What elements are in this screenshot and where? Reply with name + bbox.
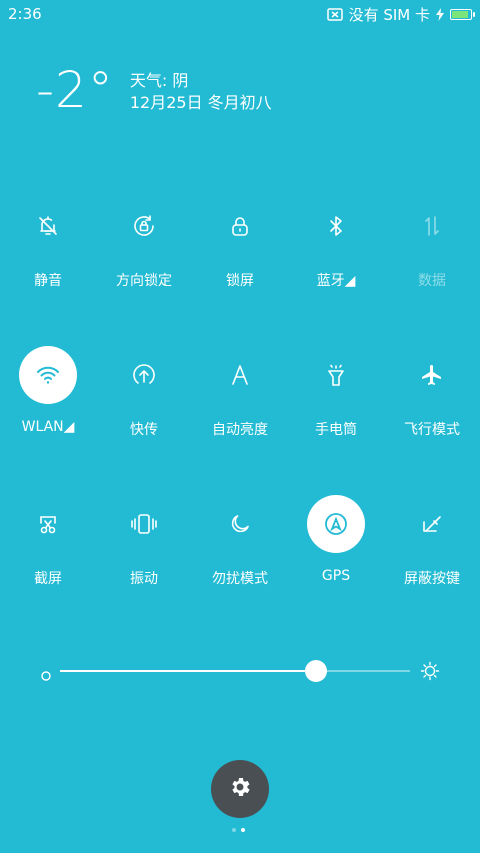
tile-quick-share[interactable]: 快传 [96,346,192,439]
disable-keys-toggle[interactable] [403,495,461,553]
status-time: 2:36 [8,5,42,23]
mute-toggle[interactable] [19,197,77,255]
brightness-high-icon [420,661,440,685]
letter-a-icon [228,363,252,387]
quick-settings-row-1: 静音 方向锁定 锁屏 蓝牙◢ 数据 [0,197,480,290]
vibrate-label: 振动 [130,571,158,587]
airplane-toggle[interactable] [403,346,461,404]
vibrate-icon [129,512,159,536]
page-dot[interactable] [232,828,236,832]
no-sim-icon [326,7,343,21]
tile-wlan[interactable]: WLAN◢ [0,346,96,439]
do-not-disturb-toggle[interactable] [211,495,269,553]
screenshot-toggle[interactable] [19,495,77,553]
bluetooth-toggle[interactable] [307,197,365,255]
tile-auto-brightness[interactable]: 自动亮度 [192,346,288,439]
brightness-track[interactable] [60,660,410,682]
temperature: -2° [36,61,114,119]
status-bar: 2:36 没有 SIM 卡 [0,0,480,28]
tile-rotation-lock[interactable]: 方向锁定 [96,197,192,290]
gear-icon [228,775,252,803]
moon-icon [228,512,252,536]
screenshot-label: 截屏 [34,571,62,587]
bell-off-icon [36,214,60,238]
gps-toggle[interactable] [307,495,365,553]
weather-date: 12月25日 冬月初八 [129,93,272,112]
vibrate-toggle[interactable] [115,495,173,553]
tile-disable-keys[interactable]: 屏蔽按键 [384,495,480,588]
auto-brightness-label: 自动亮度 [212,422,268,438]
tile-airplane[interactable]: 飞行模式 [384,346,480,439]
tile-bluetooth[interactable]: 蓝牙◢ [288,197,384,290]
airplane-icon [420,363,444,387]
data-toggle[interactable] [403,197,461,255]
page-indicator [232,828,245,832]
keys-off-icon [420,512,444,536]
rotation-lock-icon [131,213,157,239]
flashlight-label: 手电筒 [315,422,357,438]
gps-label: GPS [321,568,351,584]
scissors-icon [36,512,60,536]
tile-lock-screen[interactable]: 锁屏 [192,197,288,290]
do-not-disturb-label: 勿扰模式 [212,571,268,587]
flashlight-icon [324,363,348,387]
tile-mute[interactable]: 静音 [0,197,96,290]
quick-share-toggle[interactable] [115,346,173,404]
disable-keys-label: 屏蔽按键 [404,571,460,587]
status-right: 没有 SIM 卡 [326,4,475,25]
wifi-icon [35,362,61,388]
brightness-low-icon [41,666,51,685]
rotation-lock-label: 方向锁定 [116,273,172,289]
quick-settings-row-3: 截屏 振动 勿扰模式 GPS 屏蔽按键 [0,495,480,588]
brightness-slider[interactable] [40,658,440,684]
charging-icon [436,7,444,21]
weather-info: 天气: 阴 12月25日 冬月初八 [130,70,272,114]
lock-screen-label: 锁屏 [226,273,254,289]
bluetooth-label: 蓝牙◢ [316,273,356,289]
brightness-thumb[interactable] [304,660,327,682]
gps-icon [322,510,350,538]
data-arrows-icon [420,214,444,238]
tile-screenshot[interactable]: 截屏 [0,495,96,588]
tile-gps[interactable]: GPS [288,495,384,588]
airplane-label: 飞行模式 [404,422,460,438]
quick-share-label: 快传 [130,422,158,438]
quick-settings-row-2: WLAN◢ 快传 自动亮度 手电筒 飞行模式 [0,346,480,439]
battery-level [452,10,468,18]
page-dot[interactable] [241,828,245,832]
brightness-fill [60,670,316,672]
rotation-lock-toggle[interactable] [115,197,173,255]
mute-label: 静音 [34,273,62,289]
battery-icon [450,8,475,20]
tile-vibrate[interactable]: 振动 [96,495,192,588]
data-label: 数据 [418,273,446,289]
upload-circle-icon [131,362,157,388]
bluetooth-icon [324,214,348,238]
weather-widget[interactable]: -2° 天气: 阴 12月25日 冬月初八 [36,62,272,118]
tile-flashlight[interactable]: 手电筒 [288,346,384,439]
flashlight-toggle[interactable] [307,346,365,404]
wlan-toggle[interactable] [19,346,77,404]
tile-data[interactable]: 数据 [384,197,480,290]
settings-button[interactable] [211,760,269,818]
tile-do-not-disturb[interactable]: 勿扰模式 [192,495,288,588]
wlan-label: WLAN◢ [21,419,75,435]
lock-screen-toggle[interactable] [211,197,269,255]
lock-icon [228,214,252,238]
sim-status-text: 没有 SIM 卡 [348,5,430,24]
weather-condition: 天气: 阴 [129,71,189,90]
auto-brightness-toggle[interactable] [211,346,269,404]
